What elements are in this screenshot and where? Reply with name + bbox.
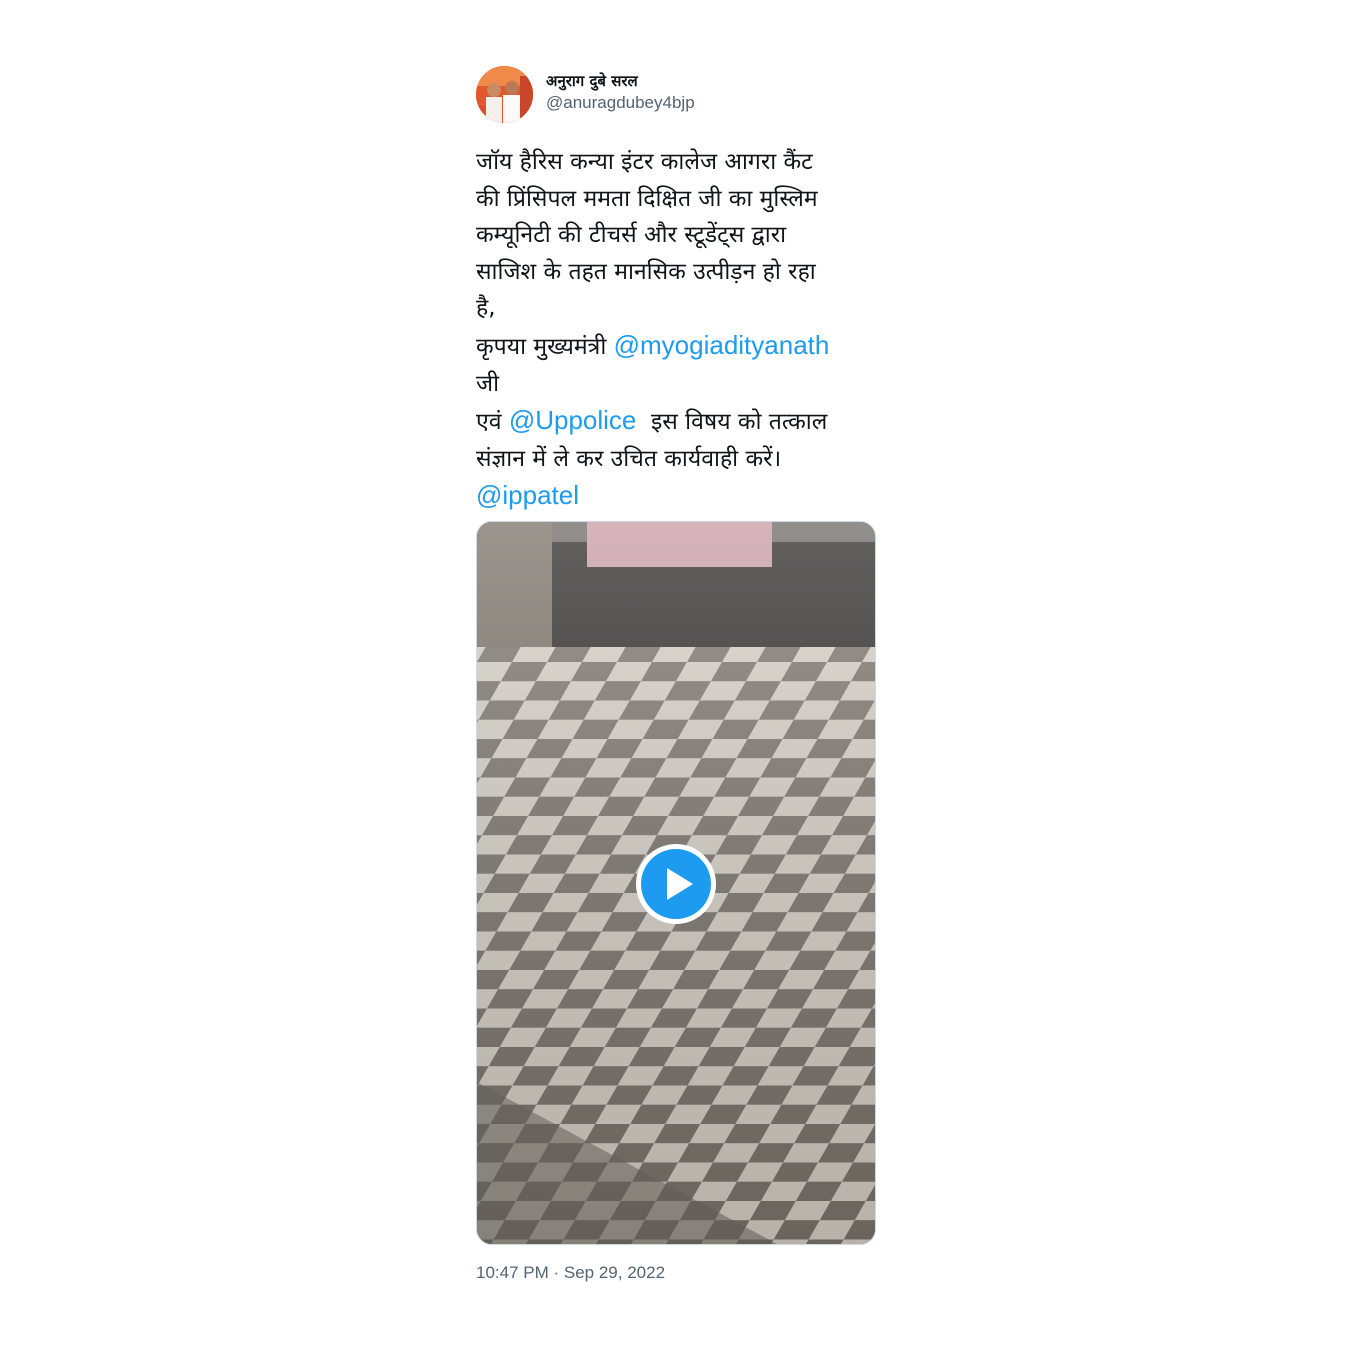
tweet-timestamp[interactable]: 10:47 PM · Sep 29, 2022 [476,1263,665,1283]
tweet-header: अनुराग दुबे सरल @anuragdubey4bjp [476,66,876,124]
video-player[interactable] [476,521,876,1245]
tweet-text-segment: कृपया मुख्यमंत्री [476,333,614,360]
tweet-text-line: जी [476,370,500,397]
author-handle[interactable]: @anuragdubey4bjp [546,92,695,114]
play-button[interactable] [636,844,716,924]
tweet-text: जॉय हैरिस कन्या इंटर कालेज आगरा कैंट की … [476,144,876,516]
tweet-text-line: कृपया मुख्यमंत्री @myogiadityanath [476,327,876,366]
tweet-card: अनुराग दुबे सरल @anuragdubey4bjp जॉय हैर… [476,66,876,1282]
tweet-text-segment: इस विषय को तत्काल [636,409,828,436]
tweet-text-line: एवं @Uppolice इस विषय को तत्काल [476,402,876,441]
tweet-text-segment: एवं [476,409,509,436]
mention-ippatel-link[interactable]: @ippatel [476,480,579,510]
avatar[interactable] [476,66,533,123]
tweet-text-line: है, [476,295,496,322]
play-icon [641,849,711,919]
tweet-text-line: संज्ञान में ले कर उचित कार्यवाही करें। [476,445,782,472]
author-names: अनुराग दुबे सरल @anuragdubey4bjp [546,71,695,114]
tweet-text-line: साजिश के तहत मानसिक उत्पीड़न हो रहा [476,258,816,285]
tweet-text-line: @ippatel [476,477,876,516]
mention-myogiadityanath-link[interactable]: @myogiadityanath [614,330,830,360]
tweet-text-line: जॉय हैरिस कन्या इंटर कालेज आगरा कैंट [476,149,813,175]
mention-uppolice-link[interactable]: @Uppolice [509,405,637,435]
tweet-text-line: की प्रिंसिपल ममता दिक्षित जी का मुस्लिम [476,185,818,212]
author-display-name[interactable]: अनुराग दुबे सरल [546,71,695,91]
tweet-text-line: कम्यूनिटी की टीचर्स और स्टूडेंट्स द्वारा [476,222,787,249]
